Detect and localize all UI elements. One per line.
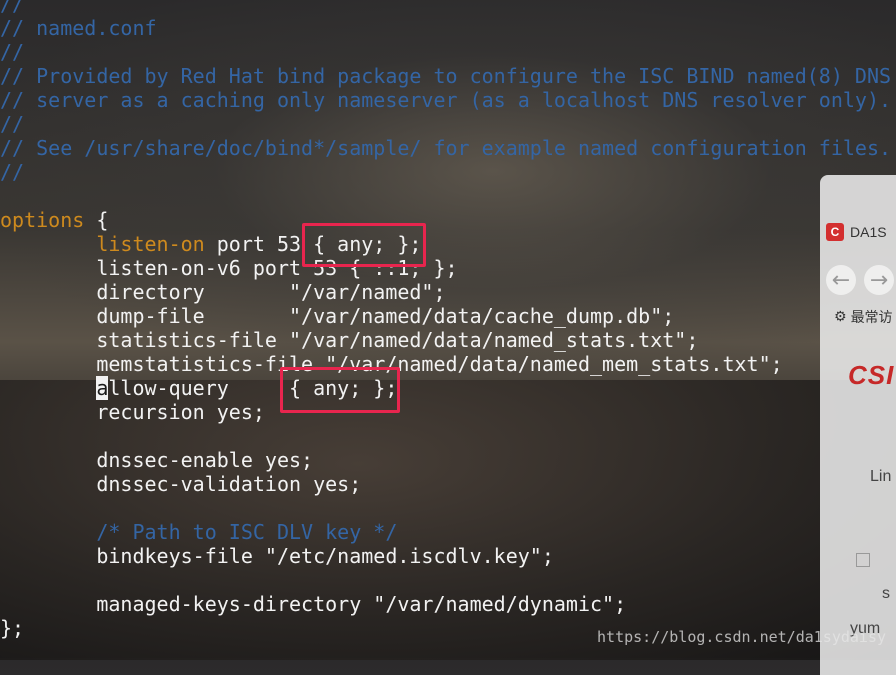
text-cursor: a bbox=[96, 376, 109, 400]
highlight-box-listen-on bbox=[302, 223, 426, 267]
code-line: // named.conf bbox=[0, 16, 157, 40]
highlight-box-allow-query bbox=[280, 367, 400, 413]
code-line: bindkeys-file "/etc/named.iscdlv.key"; bbox=[0, 544, 554, 568]
code-line: dnssec-validation yes; bbox=[0, 472, 362, 496]
options-brace: { bbox=[84, 208, 109, 232]
code-line: // bbox=[0, 160, 25, 184]
code-line-options: options { bbox=[0, 208, 108, 232]
code-line: directory "/var/named"; bbox=[0, 280, 446, 304]
listen-on-keyword: listen-on bbox=[96, 232, 205, 256]
code-line: // See /usr/share/doc/bind*/sample/ for … bbox=[0, 136, 892, 160]
code-line: dump-file "/var/named/data/cache_dump.db… bbox=[0, 304, 675, 328]
code-line: }; bbox=[0, 616, 25, 640]
code-line: // bbox=[0, 40, 25, 64]
code-line: managed-keys-directory "/var/named/dynam… bbox=[0, 592, 627, 616]
code-line: recursion yes; bbox=[0, 400, 265, 424]
code-line: // bbox=[0, 112, 25, 136]
code-line: dnssec-enable yes; bbox=[0, 448, 314, 472]
code-comment: /* Path to ISC DLV key */ bbox=[0, 520, 398, 544]
code-line: // server as a caching only nameserver (… bbox=[0, 88, 892, 112]
code-line: // Provided by Red Hat bind package to c… bbox=[0, 64, 892, 88]
vim-editor[interactable]: // // named.conf // // Provided by Red H… bbox=[0, 0, 896, 658]
code-line: statistics-file "/var/named/data/named_s… bbox=[0, 328, 699, 352]
watermark: https://blog.csdn.net/da1sydaisy bbox=[597, 628, 886, 646]
options-keyword: options bbox=[0, 208, 85, 232]
code-line: // bbox=[0, 0, 25, 16]
